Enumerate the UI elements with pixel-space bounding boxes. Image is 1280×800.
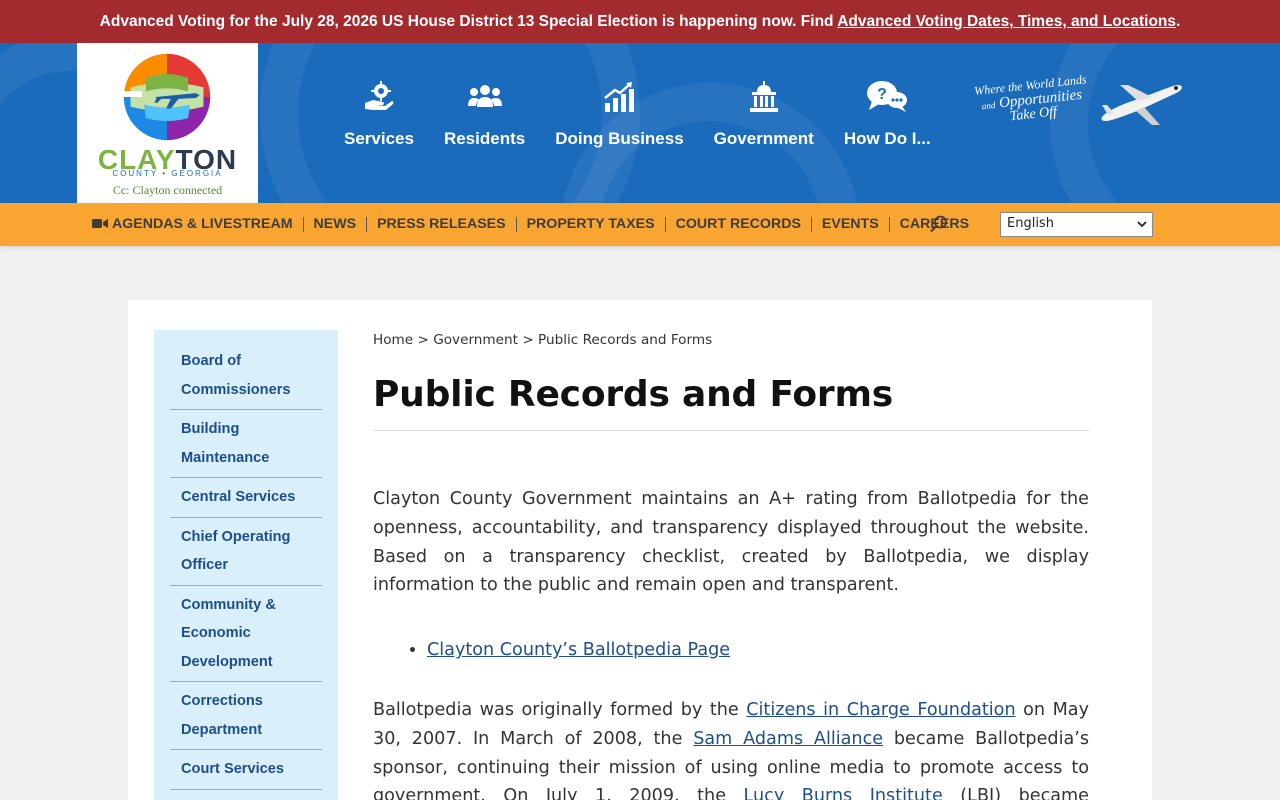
util-nav-property-taxes[interactable]: PROPERTY TAXES — [517, 217, 666, 232]
sidebar-item-board-of-commissioners[interactable]: Board of Commissioners — [170, 342, 322, 410]
nav-government[interactable]: Government — [699, 79, 829, 159]
nav-how-do-i[interactable]: ? How Do I... — [829, 79, 946, 159]
breadcrumb-current: Public Records and Forms — [538, 332, 713, 348]
util-nav-court-records[interactable]: COURT RECORDS — [666, 217, 812, 232]
sidebar-item-corrections-department[interactable]: Corrections Department — [170, 682, 322, 750]
svg-text:?: ? — [877, 86, 887, 103]
site-header: CLAYTON COUNTY • GEORGIA Cc: Clayton con… — [0, 43, 1280, 203]
sidebar-item-community-economic-development[interactable]: Community & Economic Development — [170, 586, 322, 682]
nav-residents-label: Residents — [443, 129, 526, 148]
alert-text: Advanced Voting for the July 28, 2026 US… — [99, 13, 838, 30]
nav-how-do-i-label: How Do I... — [843, 129, 931, 148]
search-icon[interactable] — [929, 214, 949, 234]
breadcrumb-separator: > — [417, 332, 429, 348]
content-card: Board of Commissioners Building Maintena… — [128, 300, 1152, 800]
airplane-icon — [1101, 85, 1182, 125]
county-georgia-text: COUNTY • GEORGIA — [112, 169, 223, 178]
clayton-connected-tagline: Cc: Clayton connected — [112, 183, 223, 197]
breadcrumb: Home > Government > Public Records and F… — [373, 330, 1089, 350]
util-nav-agendas-livestream[interactable]: AGENDAS & LIVESTREAM — [92, 217, 304, 232]
nav-services-label: Services — [344, 129, 414, 148]
capitol-building-icon — [749, 81, 778, 112]
advanced-voting-link[interactable]: Advanced Voting Dates, Times, and Locati… — [837, 13, 1176, 30]
alert-banner: Advanced Voting for the July 28, 2026 US… — [0, 0, 1280, 43]
government-sidebar: Board of Commissioners Building Maintena… — [154, 330, 338, 800]
people-group-icon — [467, 85, 502, 107]
main-navigation: Services Residents Doing Business Govern… — [329, 79, 946, 159]
breadcrumb-government[interactable]: Government — [433, 332, 518, 348]
lucy-burns-institute-link[interactable]: Lucy Burns Institute — [744, 786, 943, 800]
clayton-county-logo[interactable]: CLAYTON COUNTY • GEORGIA Cc: Clayton con… — [77, 43, 258, 203]
citizens-in-charge-link[interactable]: Citizens in Charge Foundation — [746, 700, 1015, 720]
video-camera-icon — [92, 219, 108, 228]
sidebar-item-central-services[interactable]: Central Services — [170, 478, 322, 518]
breadcrumb-separator: > — [522, 332, 534, 348]
question-bubbles-icon: ? — [867, 81, 908, 112]
util-nav-press-releases[interactable]: PRESS RELEASES — [367, 217, 517, 232]
sidebar-item-chief-operating-officer[interactable]: Chief Operating Officer — [170, 518, 322, 586]
resource-list: Clayton County’s Ballotpedia Page — [373, 636, 1089, 665]
sidebar-item-court-services[interactable]: Court Services — [170, 750, 322, 790]
alert-suffix: . — [1176, 13, 1181, 30]
breadcrumb-home[interactable]: Home — [373, 332, 413, 348]
nav-services[interactable]: Services — [329, 79, 429, 159]
nav-doing-business[interactable]: Doing Business — [540, 79, 698, 159]
sam-adams-alliance-link[interactable]: Sam Adams Alliance — [693, 729, 883, 749]
sidebar-item-building-maintenance[interactable]: Building Maintenance — [170, 410, 322, 478]
list-item: Clayton County’s Ballotpedia Page — [427, 636, 1089, 665]
main-content: Home > Government > Public Records and F… — [373, 330, 1089, 800]
ballotpedia-page-link[interactable]: Clayton County’s Ballotpedia Page — [427, 640, 730, 660]
gear-hand-icon — [364, 81, 394, 110]
language-select[interactable]: English — [1000, 212, 1153, 237]
language-selected-value: English — [1007, 216, 1054, 231]
chevron-down-icon — [1137, 221, 1147, 228]
util-nav-events[interactable]: EVENTS — [812, 217, 890, 232]
nav-government-label: Government — [713, 129, 814, 148]
nav-residents[interactable]: Residents — [429, 79, 540, 159]
growth-chart-icon — [604, 82, 635, 112]
util-nav-news[interactable]: NEWS — [304, 217, 368, 232]
globe-plane-logo-icon — [120, 51, 213, 143]
nav-doing-business-label: Doing Business — [555, 129, 684, 148]
title-divider — [373, 430, 1089, 431]
page-title: Public Records and Forms — [373, 374, 894, 415]
utility-navigation: AGENDAS & LIVESTREAM NEWS PRESS RELEASES… — [0, 203, 1280, 246]
history-paragraph: Ballotpedia was originally formed by the… — [373, 696, 1089, 800]
intro-paragraph: Clayton County Government maintains an A… — [373, 489, 1089, 596]
